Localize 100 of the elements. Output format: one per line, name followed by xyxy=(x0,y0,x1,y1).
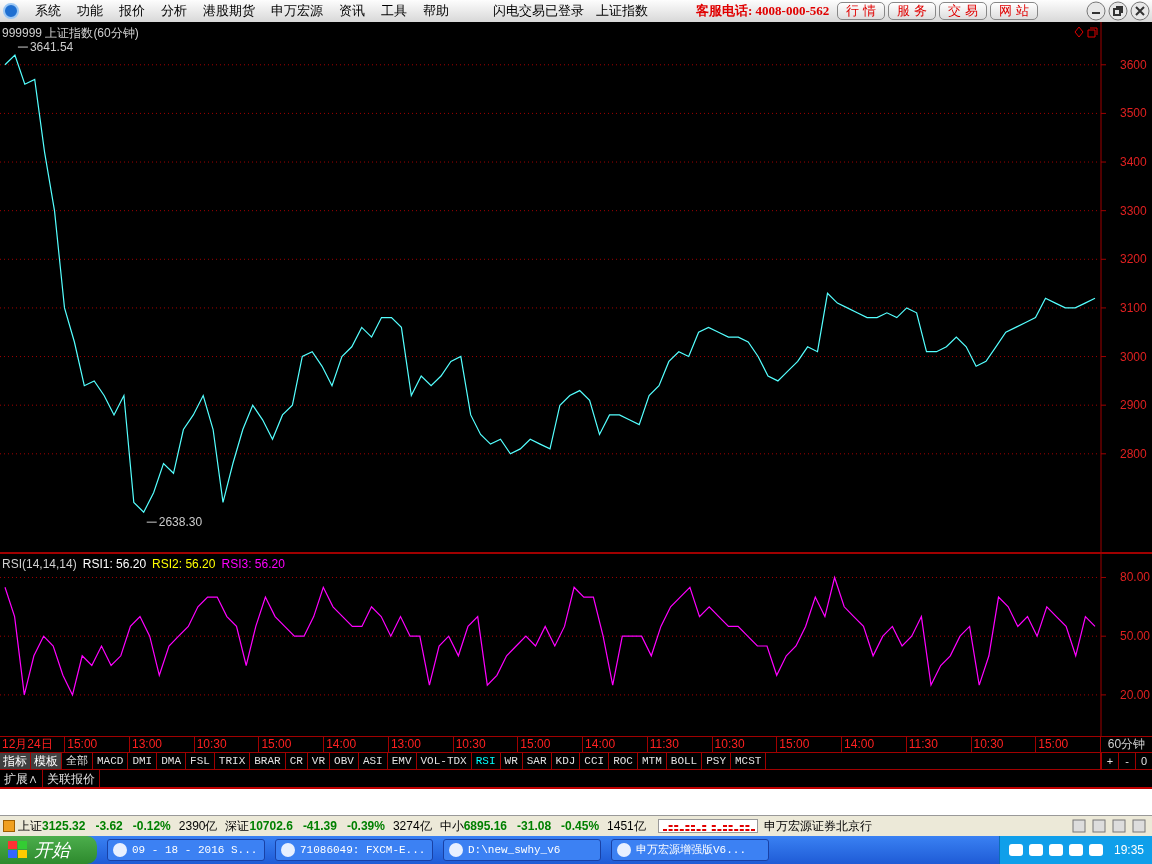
nav-button[interactable]: 交 易 xyxy=(939,2,988,20)
indicator-tab[interactable]: ROC xyxy=(609,753,638,770)
time-label: 10:30 xyxy=(193,737,259,753)
time-label: 10:30 xyxy=(970,737,1036,753)
start-button[interactable]: 开始 xyxy=(0,836,97,864)
index-percent: -0.12% xyxy=(132,818,171,835)
login-status: 闪电交易已登录 xyxy=(493,2,584,21)
zoom-button[interactable]: - xyxy=(1118,753,1135,770)
indicator-tab[interactable]: MACD xyxy=(93,753,129,770)
menu-item[interactable]: 系统 xyxy=(27,1,69,21)
menu-item[interactable]: 工具 xyxy=(373,1,415,21)
taskbar-button[interactable]: 71086049: FXCM-E... xyxy=(275,839,433,861)
time-label: 11:30 xyxy=(905,737,971,753)
app-icon xyxy=(616,842,632,858)
indicator-tab[interactable]: ASI xyxy=(358,753,388,770)
turnover-amount: 2390亿 xyxy=(178,818,218,835)
indicator-tab[interactable]: WR xyxy=(500,753,523,770)
indicator-tab[interactable]: SAR xyxy=(522,753,552,770)
toolbar-button[interactable]: 指标 xyxy=(0,753,31,770)
indicator-tab[interactable]: MTM xyxy=(638,753,667,770)
index-name[interactable]: 上证指数 xyxy=(596,1,648,21)
indicator-tab[interactable]: EMV xyxy=(387,753,417,770)
time-label: 15:00 xyxy=(258,737,324,753)
indicator-tab[interactable]: DMA xyxy=(157,753,187,770)
menu-item[interactable]: 帮助 xyxy=(415,1,457,21)
turnover-amount: 1451亿 xyxy=(607,818,646,835)
chart-controls-icon[interactable] xyxy=(1074,25,1098,38)
menu-item[interactable]: 港股期货 xyxy=(195,1,263,21)
annotation: 3641.54 xyxy=(29,40,74,55)
menu-item[interactable]: 分析 xyxy=(153,1,195,21)
nav-button[interactable]: 服 务 xyxy=(888,2,937,20)
indicator-reading: RSI3: 56.20 xyxy=(221,556,285,574)
nav-button[interactable]: 行 情 xyxy=(837,2,886,20)
indicator-tab[interactable]: KDJ xyxy=(551,753,581,770)
axis-label: 3600 xyxy=(1120,57,1147,72)
indicator-tab[interactable]: MCST xyxy=(731,753,767,770)
time-label: 12月24日 xyxy=(1,737,54,753)
axis-label: 2900 xyxy=(1120,398,1147,413)
hotline-text: 客服电话: 4008-000-562 xyxy=(696,2,830,21)
indicator-reading: RSI1: 56.20 xyxy=(82,556,147,574)
time-label: 15:00 xyxy=(1035,737,1100,753)
minimize-button[interactable] xyxy=(1086,1,1106,21)
axis-label: 3000 xyxy=(1120,349,1147,364)
menu-item[interactable]: 资讯 xyxy=(331,1,373,21)
app-icon xyxy=(280,842,296,858)
time-label: 15:00 xyxy=(517,737,583,753)
taskbar-button[interactable]: D:\new_swhy_v6 xyxy=(443,839,601,861)
close-button[interactable] xyxy=(1130,1,1150,21)
nav-button[interactable]: 网 站 xyxy=(990,2,1039,20)
index-value: 3125.32 xyxy=(42,818,86,835)
time-label: 14:00 xyxy=(323,737,388,753)
indicator-tab[interactable]: BOLL xyxy=(666,753,703,770)
price-annotation: 3641.54 xyxy=(17,40,74,55)
indicator-title: RSI(14,14,14) xyxy=(2,556,77,574)
index-name: 中小 xyxy=(439,818,464,835)
axis-label: 2800 xyxy=(1120,446,1147,461)
indicator-tab[interactable]: BRAR xyxy=(250,753,286,770)
time-label: 14:00 xyxy=(582,737,647,753)
app-icon xyxy=(112,842,128,858)
index-value: 10702.6 xyxy=(249,818,293,835)
indicator-tab[interactable]: VOL-TDX xyxy=(416,753,472,770)
price-annotation: 2638.30 xyxy=(146,515,203,530)
indicator-tab[interactable]: PSY xyxy=(702,753,731,770)
axis-label: 50.00 xyxy=(1120,629,1151,644)
indicator-tab[interactable]: TRIX xyxy=(214,753,251,770)
taskbar-button[interactable]: 申万宏源增强版V6... xyxy=(611,839,769,861)
menu-item[interactable]: 报价 xyxy=(111,1,153,21)
restore-button[interactable] xyxy=(1108,1,1128,21)
period-label[interactable]: 60分钟 xyxy=(1101,737,1152,753)
broker-name: 申万宏源证券北京行 xyxy=(763,818,872,835)
app-icon xyxy=(448,842,464,858)
indicator-tab[interactable]: OBV xyxy=(330,753,359,770)
indicator-tab[interactable]: CCI xyxy=(580,753,610,770)
indicator-tab[interactable]: DMI xyxy=(128,753,158,770)
index-name: 深证 xyxy=(225,818,250,835)
zoom-button[interactable]: + xyxy=(1101,753,1118,770)
index-value: 6895.16 xyxy=(463,818,508,835)
index-percent: -0.45% xyxy=(561,818,600,835)
taskbar-button[interactable]: 09 - 18 - 2016 S... xyxy=(107,839,265,861)
axis-label: 3100 xyxy=(1120,300,1147,315)
toolbar-button[interactable]: 模板 xyxy=(31,753,62,770)
menu-item[interactable]: 申万宏源 xyxy=(263,1,331,21)
zoom-button[interactable]: 0 xyxy=(1135,753,1152,770)
axis-label: 3400 xyxy=(1120,155,1147,169)
indicator-tab[interactable]: CR xyxy=(285,753,308,770)
chart-title: 999999 上证指数(60分钟) xyxy=(2,24,139,42)
time-label: 15:00 xyxy=(776,737,842,753)
indicator-tab[interactable]: 全部 xyxy=(62,753,93,770)
indicator-tab[interactable]: FSL xyxy=(186,753,215,770)
index-name: 上证 xyxy=(18,818,42,835)
time-label: 15:00 xyxy=(64,737,129,753)
time-label: 10:30 xyxy=(711,737,777,753)
axis-label: 3300 xyxy=(1120,203,1147,218)
indicator-tab[interactable]: RSI xyxy=(471,753,501,770)
indicator-tab[interactable]: VR xyxy=(307,753,331,770)
time-label: 13:00 xyxy=(387,737,453,753)
axis-label: 80.00 xyxy=(1120,570,1151,585)
menu-item[interactable]: 功能 xyxy=(69,1,111,21)
indicator-reading: RSI2: 56.20 xyxy=(152,556,216,574)
market-icon xyxy=(3,820,15,832)
